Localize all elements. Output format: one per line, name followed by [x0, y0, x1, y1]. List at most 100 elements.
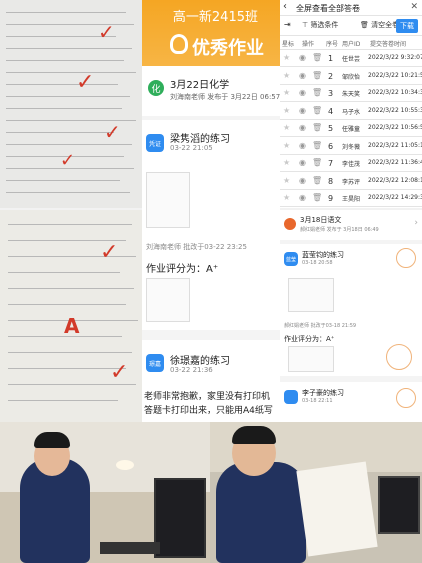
- student-chip: [284, 390, 298, 404]
- delete-icon[interactable]: 🗑: [312, 88, 322, 97]
- submission-title: 梁隽滔的练习: [170, 134, 230, 145]
- star-icon[interactable]: ★: [283, 123, 290, 132]
- row-user: 刘冬薇: [342, 143, 361, 151]
- table-toolbar: ⇥ ⊤ 筛选条件 🗑 清空全卷 下载: [280, 16, 422, 36]
- graded-thumbnail[interactable]: [146, 278, 190, 322]
- submission-title: 徐璟嘉的练习: [170, 356, 230, 367]
- submission-thumbnail[interactable]: [146, 172, 190, 228]
- row-number: 8: [328, 176, 334, 186]
- grade-text: 作业评分为：A⁺: [284, 335, 335, 343]
- grade-letter-icon: A: [64, 314, 80, 338]
- table-row[interactable]: ★ ◉ 🗑 2 邹欣怡 2022/3/22 10:21:54: [280, 68, 422, 85]
- monitor: [378, 476, 420, 534]
- delete-icon[interactable]: 🗑: [312, 158, 322, 167]
- submission-time: 03-18 22:11: [302, 398, 333, 404]
- student-chip: 凭证: [146, 134, 164, 152]
- view-icon[interactable]: ◉: [299, 193, 306, 202]
- stamp-icon: [386, 344, 412, 370]
- submission-card[interactable]: 凭证 梁隽滔的练习 03-22 21:05 刘海南老师 批改于03-22 23:…: [142, 120, 280, 330]
- delete-icon[interactable]: 🗑: [312, 71, 322, 80]
- post-title: 3月18日语文: [300, 216, 342, 224]
- submission-title: 李子豪的练习: [302, 389, 344, 397]
- filter-button[interactable]: ⊤ 筛选条件: [302, 20, 338, 30]
- row-user: 马子水: [342, 108, 361, 116]
- view-icon[interactable]: ◉: [299, 71, 306, 80]
- check-mark-icon: ✓: [76, 70, 95, 95]
- clear-label: 清空全卷: [371, 21, 400, 29]
- view-icon[interactable]: ◉: [299, 88, 306, 97]
- row-time: 2022/3/22 10:56:58: [368, 124, 422, 131]
- view-icon[interactable]: ◉: [299, 106, 306, 115]
- table-row[interactable]: ★ ◉ 🗑 6 刘冬薇 2022/3/22 11:05:10: [280, 138, 422, 155]
- view-icon[interactable]: ◉: [299, 176, 306, 185]
- delete-icon[interactable]: 🗑: [312, 176, 322, 185]
- student-chip: 蓝莹: [284, 252, 298, 266]
- graded-thumbnail[interactable]: [288, 346, 334, 372]
- star-icon[interactable]: ★: [283, 141, 290, 150]
- row-number: 7: [328, 159, 334, 168]
- delete-icon[interactable]: 🗑: [312, 53, 322, 62]
- row-number: 4: [328, 106, 334, 116]
- delete-icon[interactable]: 🗑: [312, 123, 322, 132]
- view-icon[interactable]: ◉: [299, 53, 306, 62]
- clear-button[interactable]: 🗑 清空全卷: [360, 20, 399, 30]
- submission-title: 蓝莹钧的练习: [302, 251, 344, 259]
- table-row[interactable]: ★ ◉ 🗑 5 任雅童 2022/3/22 10:56:58: [280, 120, 422, 137]
- table-row[interactable]: ★ ◉ 🗑 4 马子水 2022/3/22 10:55:33: [280, 103, 422, 120]
- submission-thumbnail[interactable]: [288, 278, 334, 312]
- exit-icon[interactable]: ⇥: [284, 20, 291, 29]
- row-user: 李佳茂: [342, 161, 361, 168]
- delete-icon[interactable]: 🗑: [312, 141, 322, 150]
- monitor: [154, 478, 206, 558]
- post-card[interactable]: 化 3月22日化学 刘海南老师 发布于 3月22日 06:57: [142, 66, 280, 116]
- back-icon[interactable]: ‹: [283, 1, 287, 12]
- col-user: 用户ID: [342, 41, 361, 48]
- star-icon[interactable]: ★: [283, 53, 290, 62]
- submission-card-2[interactable]: 璟嘉 徐璟嘉的练习 03-22 21:36 老师非常抱歉，家里没有打印机 答题卡…: [142, 340, 280, 422]
- review-note: 刘海南老师 批改于03-22 23:25: [146, 243, 247, 251]
- row-user: 任世芸: [342, 56, 361, 63]
- submission-card[interactable]: 蓝莹 蓝莹钧的练习 03-18 20:58 郝红娟老师 批改于03-18 21:…: [280, 244, 422, 376]
- student-chip: 璟嘉: [146, 354, 164, 372]
- filter-icon: ⊤: [302, 21, 309, 29]
- check-mark-icon: ✓: [104, 120, 121, 144]
- table-row[interactable]: ★ ◉ 🗑 3 朱天笑 2022/3/22 10:34:32: [280, 85, 422, 102]
- row-user: 李苏评: [342, 178, 361, 186]
- star-icon[interactable]: ★: [283, 106, 290, 115]
- star-icon[interactable]: ★: [283, 193, 290, 202]
- graded-sheet-photo: ✓ A ✓: [0, 210, 142, 422]
- student-at-desk-photo: [0, 422, 210, 563]
- row-time: 2022/3/22 14:29:32: [368, 194, 422, 201]
- delete-icon[interactable]: 🗑: [312, 193, 322, 202]
- star-icon[interactable]: ★: [283, 158, 290, 167]
- close-icon[interactable]: ✕: [410, 2, 418, 12]
- download-button[interactable]: 下载: [396, 19, 418, 33]
- delete-icon[interactable]: 🗑: [312, 106, 322, 115]
- table-titlebar: ‹ 全屏查看全部答卷 ✕: [280, 0, 422, 16]
- student-reading-photo: [210, 422, 422, 563]
- submission-time: 03-18 20:58: [302, 260, 333, 266]
- submission-card-2[interactable]: 李子豪的练习 03-18 22:11: [280, 382, 422, 422]
- check-mark-icon: ✓: [98, 20, 115, 44]
- view-icon[interactable]: ◉: [299, 141, 306, 150]
- view-icon[interactable]: ◉: [299, 158, 306, 167]
- row-time: 2022/3/22 11:05:10: [368, 141, 422, 149]
- test-paper: [296, 461, 378, 557]
- table-row[interactable]: ★ ◉ 🗑 9 王昊阳 2022/3/22 14:29:32: [280, 190, 422, 207]
- answer-table-screen: ‹ 全屏查看全部答卷 ✕ ⇥ ⊤ 筛选条件 🗑 清空全卷 下载 星标 操作 序号…: [280, 0, 422, 208]
- post-card[interactable]: 3月18日语文 郝红娟老师 发布于 3月18日 06:49 ›: [280, 210, 422, 240]
- row-number: 3: [328, 89, 334, 98]
- trash-icon: 🗑: [360, 21, 369, 29]
- row-number: 6: [328, 141, 334, 151]
- post-subtitle: 郝红娟老师 发布于 3月18日 06:49: [300, 227, 379, 233]
- star-icon[interactable]: ★: [283, 88, 290, 97]
- view-icon[interactable]: ◉: [299, 123, 306, 132]
- table-row[interactable]: ★ ◉ 🗑 1 任世芸 2022/3/22 9:32:07: [280, 50, 422, 67]
- row-number: 2: [328, 71, 334, 81]
- table-row[interactable]: ★ ◉ 🗑 8 李苏评 2022/3/22 12:08:14: [280, 173, 422, 190]
- class-name: 高一新2415班: [172, 10, 258, 25]
- row-time: 2022/3/22 10:21:54: [368, 71, 422, 79]
- star-icon[interactable]: ★: [283, 176, 290, 185]
- star-icon[interactable]: ★: [283, 71, 290, 80]
- table-row[interactable]: ★ ◉ 🗑 7 李佳茂 2022/3/22 11:36:47: [280, 155, 422, 172]
